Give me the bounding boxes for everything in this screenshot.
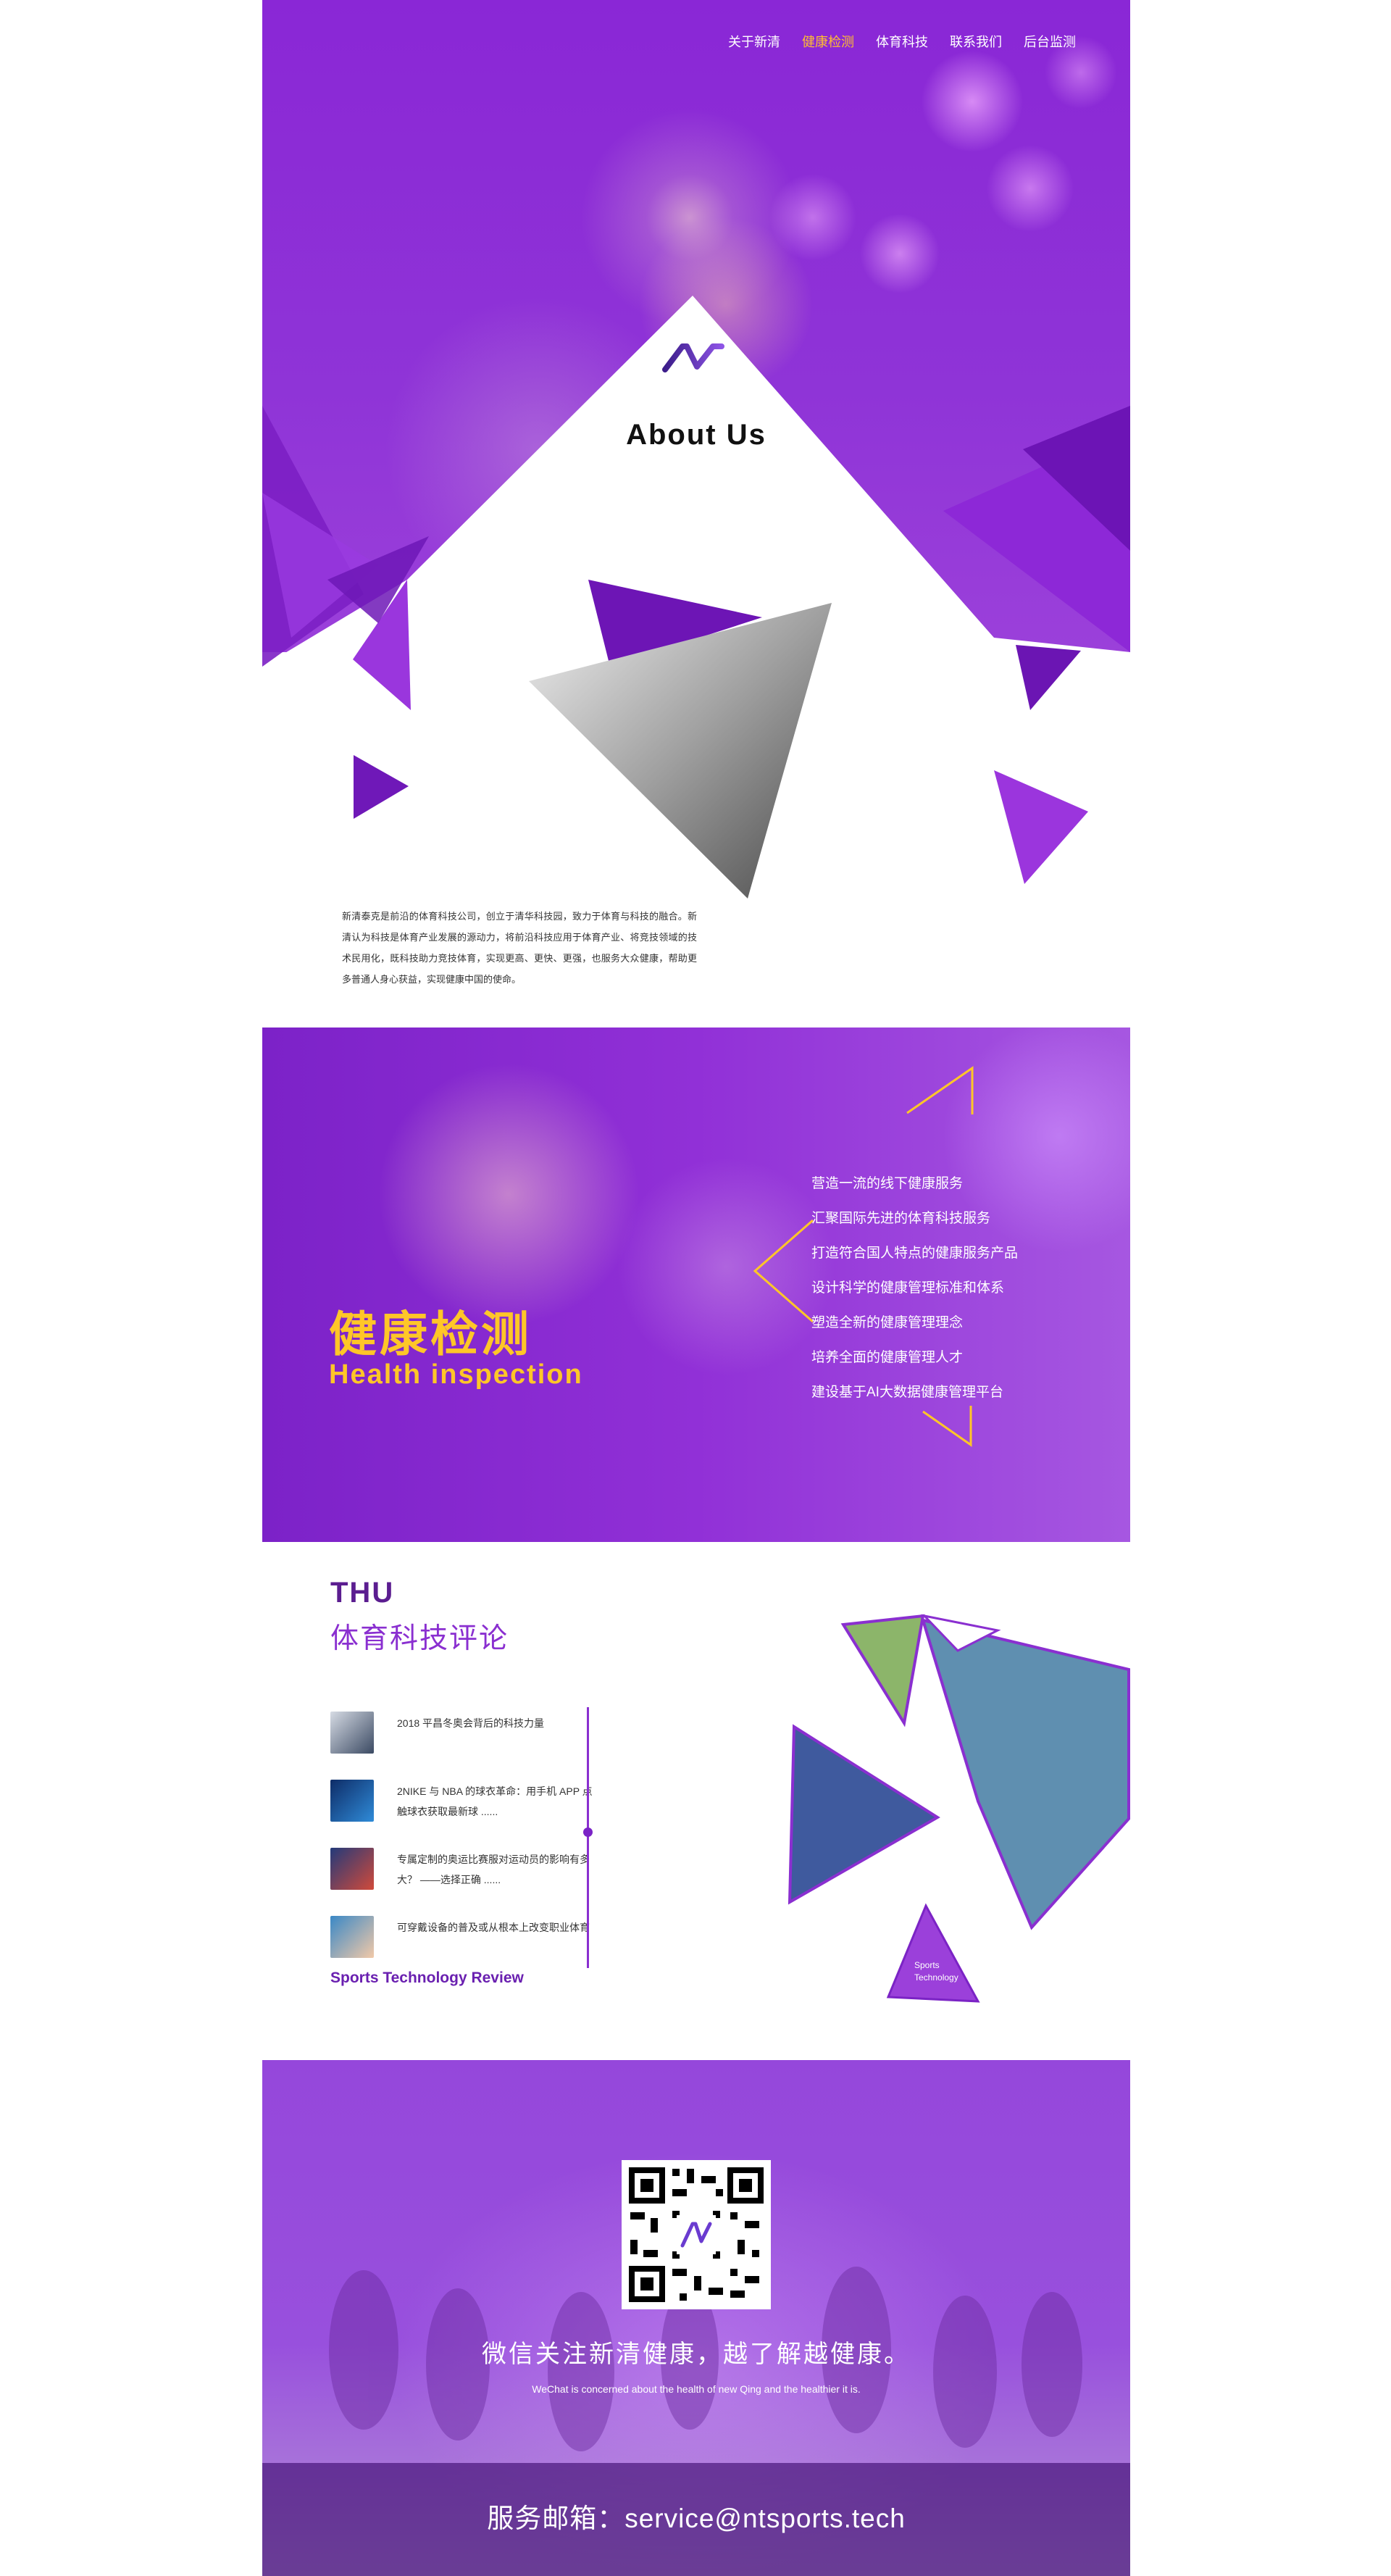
- top-nav: 关于新清 健康检测 体育科技 联系我们 后台监测: [728, 32, 1076, 51]
- about-triangles: [354, 580, 1088, 899]
- nav-item-health[interactable]: 健康检测: [802, 32, 854, 51]
- list-item: 汇聚国际先进的体育科技服务: [811, 1211, 991, 1226]
- nav-item-about[interactable]: 关于新清: [728, 32, 780, 51]
- wechat-slogan-cn: 微信关注新清健康，越了解越健康。: [482, 2341, 911, 2368]
- about-title: About Us: [626, 419, 766, 451]
- triangle-label-line2: Technology: [914, 1972, 958, 1983]
- purple-triangle-right: [994, 770, 1088, 884]
- purple-label-triangle: [886, 1903, 980, 2003]
- triangle-label: Sports Technology: [914, 1959, 958, 1984]
- triangle-label-line1: Sports: [914, 1960, 940, 1970]
- team-highfive-photo: [529, 603, 832, 899]
- health-title-cn: 健康检测: [329, 1307, 532, 1361]
- athlete-photo-1: [840, 1614, 925, 1727]
- review-photo-triangles: [788, 1614, 1130, 2003]
- list-item: 培养全面的健康管理人才: [811, 1350, 964, 1365]
- wakeboard-photo: [921, 1618, 1130, 1930]
- health-title-en: Health inspection: [329, 1359, 583, 1390]
- wechat-qr-code: [622, 2160, 771, 2309]
- list-item: 打造符合国人特点的健康服务产品: [811, 1246, 1019, 1261]
- nav-item-monitor[interactable]: 后台监测: [1024, 32, 1076, 51]
- about-description: 新清泰克是前沿的体育科技公司，创立于清华科技园，致力于体育与科技的融合。新清认为…: [342, 911, 697, 985]
- logo-icon: [662, 343, 724, 372]
- chevron-left-icon: [753, 1219, 814, 1323]
- soccer-player-photo: [788, 1724, 940, 1905]
- qr-code-icon: [629, 2167, 764, 2302]
- list-item: 塑造全新的健康管理理念: [811, 1315, 964, 1330]
- chevron-bottom-icon: [922, 1406, 972, 1447]
- footer-section: 微信关注新清健康，越了解越健康。 WeChat is concerned abo…: [262, 2060, 1130, 2576]
- sports-tech-review-section: THU 体育科技评论 2018 平昌冬奥会背后的科技力量 2NIKE 与 NBA…: [262, 1543, 1130, 2065]
- service-email[interactable]: 服务邮箱：service@ntsports.tech: [262, 2496, 1130, 2535]
- list-item: 营造一流的线下健康服务: [811, 1176, 964, 1191]
- health-inspection-section: 健康检测 Health inspection 营造一流的线下健康服务 汇聚国际先…: [262, 1028, 1130, 1542]
- purple-triangle-small-left: [354, 755, 409, 819]
- list-item: 设计科学的健康管理标准和体系: [811, 1280, 1005, 1296]
- list-item: 建设基于AI大数据健康管理平台: [811, 1385, 1003, 1400]
- wechat-slogan-en: WeChat is concerned about the health of …: [532, 2383, 861, 2395]
- nav-item-sports-tech[interactable]: 体育科技: [876, 32, 928, 51]
- health-service-list: 营造一流的线下健康服务 汇聚国际先进的体育科技服务 打造符合国人特点的健康服务产…: [811, 1167, 1018, 1410]
- chevron-top-icon: [906, 1066, 974, 1114]
- nav-item-contact[interactable]: 联系我们: [950, 32, 1002, 51]
